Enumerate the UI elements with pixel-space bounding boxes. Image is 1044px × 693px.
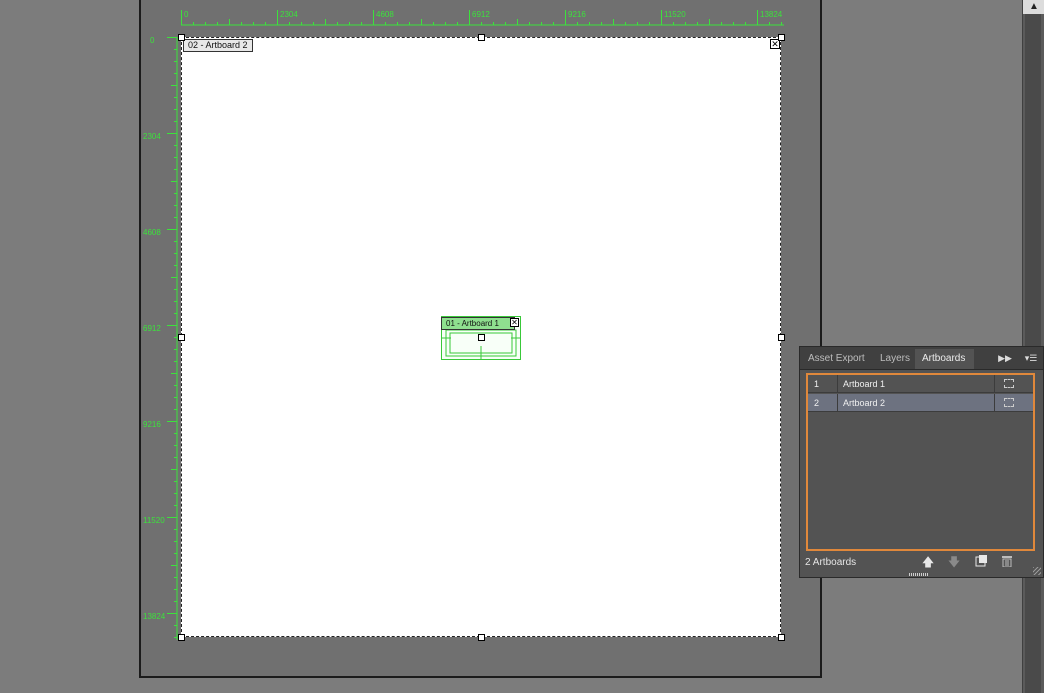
- artboards-panel: Asset Export Layers Artboards ▶▶ ▾☰ 1 Ar…: [799, 346, 1044, 578]
- new-artboard-icon[interactable]: [974, 555, 988, 569]
- panel-tab-bar: Asset Export Layers Artboards ▶▶ ▾☰: [800, 347, 1043, 370]
- arrow-down-icon[interactable]: 🡇: [947, 555, 961, 569]
- artboard-name[interactable]: Artboard 1: [843, 375, 885, 393]
- ruler-label: 9216: [143, 420, 161, 429]
- column-divider: [837, 375, 838, 392]
- column-divider: [994, 394, 995, 411]
- resize-handle-top[interactable]: [478, 34, 485, 41]
- column-divider: [994, 375, 995, 392]
- tab-asset-export[interactable]: Asset Export: [801, 349, 873, 369]
- resize-handle-top-right[interactable]: [778, 34, 785, 41]
- ruler-label: 2304: [280, 10, 298, 19]
- tab-layers[interactable]: Layers: [873, 349, 915, 369]
- ruler-label: 13824: [760, 10, 783, 19]
- resize-handle-bottom-left[interactable]: [178, 634, 185, 641]
- artboard-1-delete-icon[interactable]: ✕: [510, 318, 519, 327]
- ruler-label: 0: [150, 36, 155, 45]
- ruler-label: 11520: [143, 516, 165, 525]
- artboard-1-label[interactable]: 01 - Artboard 1: [441, 317, 515, 330]
- ruler-label: 2304: [143, 132, 161, 141]
- panel-menu-icon[interactable]: ▾☰: [1022, 350, 1040, 366]
- double-chevron-right-icon[interactable]: ▶▶: [998, 350, 1012, 366]
- ruler-label: 6912: [472, 10, 490, 19]
- trash-icon[interactable]: [1000, 555, 1014, 569]
- ruler-label: 13824: [143, 612, 166, 621]
- artboards-list: 1 Artboard 1 2 Artboard 2: [806, 373, 1035, 551]
- ruler-label: 9216: [568, 10, 586, 19]
- artboard-number: 1: [814, 379, 820, 389]
- resize-handle-top-left[interactable]: [178, 34, 185, 41]
- panel-footer: 2 Artboards 🡅 🡇: [800, 553, 1043, 577]
- scroll-up-arrow-icon[interactable]: ▲: [1023, 0, 1044, 14]
- resize-handle-bottom-right[interactable]: [778, 634, 785, 641]
- resize-handle-bottom[interactable]: [478, 634, 485, 641]
- ruler-label: 4608: [376, 10, 394, 19]
- ruler-label: 0: [184, 10, 189, 19]
- column-divider: [837, 394, 838, 411]
- artboard-count: 2 Artboards: [805, 557, 857, 568]
- ruler-label: 11520: [664, 10, 686, 19]
- arrow-up-icon[interactable]: 🡅: [921, 555, 935, 569]
- artboard-options-icon[interactable]: [1004, 379, 1014, 388]
- panel-resize-grip[interactable]: [1033, 567, 1041, 575]
- ruler-label: 6912: [143, 324, 161, 333]
- artboard-number: 2: [814, 398, 820, 408]
- list-item[interactable]: 2 Artboard 2: [808, 394, 1033, 412]
- vertical-ruler: [167, 37, 178, 640]
- panel-drag-grip[interactable]: [909, 573, 929, 576]
- ruler-label: 4608: [143, 228, 161, 237]
- artboard-options-icon[interactable]: [1004, 398, 1014, 407]
- list-item[interactable]: 1 Artboard 1: [808, 375, 1033, 393]
- resize-handle-right[interactable]: [778, 334, 785, 341]
- artboard-name[interactable]: Artboard 2: [843, 394, 885, 412]
- tab-artboards[interactable]: Artboards: [915, 349, 974, 369]
- resize-handle-left[interactable]: [178, 334, 185, 341]
- artboard-1-center-handle[interactable]: [478, 334, 485, 341]
- artboard-2-label[interactable]: 02 - Artboard 2: [183, 39, 253, 52]
